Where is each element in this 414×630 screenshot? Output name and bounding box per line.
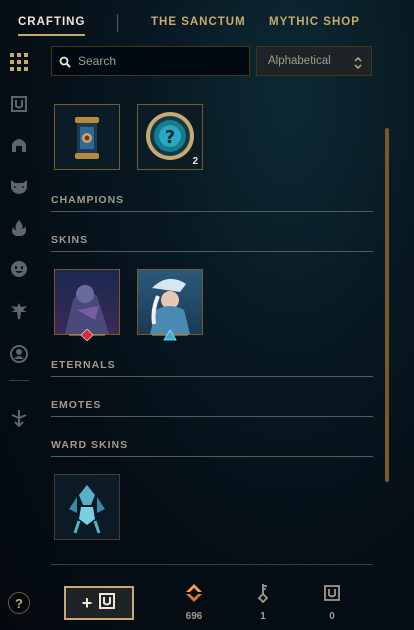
ward-skin-tile[interactable] [54, 474, 120, 540]
section-emotes: EMOTES [51, 399, 373, 417]
search-icon [59, 55, 71, 73]
key-counter: 1 [243, 580, 283, 626]
capsule-tile[interactable] [54, 104, 120, 170]
section-divider [51, 376, 373, 377]
section-title: CHAMPIONS [51, 194, 125, 206]
plus-label: + [81, 592, 93, 613]
skin-tile[interactable] [54, 269, 120, 335]
tab-mythic-shop[interactable]: MYTHIC SHOP [269, 16, 360, 28]
rarity-gem-ruby-icon [69, 328, 105, 342]
section-skins: SKINS [51, 234, 373, 252]
help-button[interactable]: ? [8, 592, 30, 614]
section-divider [51, 211, 373, 212]
add-to-crafting-button[interactable]: + [64, 586, 134, 620]
chest-icon[interactable] [7, 92, 31, 116]
sidebar-divider [9, 380, 29, 381]
svg-text:?: ? [165, 127, 175, 148]
orange-essence-icon [184, 583, 204, 603]
section-title: EMOTES [51, 399, 102, 411]
skin-tile[interactable] [137, 269, 203, 335]
rarity-gem-epic-icon [152, 328, 188, 341]
tab-the-sanctum-label: THE SANCTUM [151, 16, 246, 28]
sort-selected-label: Alphabetical [268, 55, 331, 67]
section-champions: CHAMPIONS [51, 194, 373, 212]
chest-value: 0 [329, 611, 335, 622]
orange-essence-counter: 696 [174, 580, 214, 626]
chest-icon [322, 583, 342, 603]
category-sidebar [0, 46, 38, 630]
nav-divider [117, 14, 118, 32]
ward-icon[interactable] [7, 299, 31, 323]
tab-mythic-shop-label: MYTHIC SHOP [269, 16, 360, 28]
key-value: 1 [260, 611, 266, 622]
profile-icon[interactable] [7, 342, 31, 366]
section-divider [51, 251, 373, 252]
key-icon [253, 583, 273, 604]
up-down-chevron-icon [354, 56, 362, 74]
tab-crafting[interactable]: CRAFTING [18, 16, 86, 36]
item-count: 2 [192, 156, 198, 167]
top-navigation: CRAFTING THE SANCTUM MYTHIC SHOP [0, 0, 414, 46]
helmet-icon[interactable] [7, 133, 31, 157]
sort-dropdown[interactable]: Alphabetical [256, 46, 372, 76]
section-title: WARD SKINS [51, 439, 129, 451]
capsule-icon [55, 105, 119, 169]
section-title: ETERNALS [51, 359, 116, 371]
orange-essence-value: 696 [185, 611, 203, 622]
grid-icon[interactable] [7, 50, 31, 74]
chest-icon [98, 592, 116, 615]
active-tab-underline [18, 34, 86, 36]
section-ward-skins: WARD SKINS [51, 439, 373, 457]
section-divider [51, 416, 373, 417]
section-title: SKINS [51, 234, 89, 246]
chest-counter: 0 [312, 580, 352, 626]
skin-splash-image [138, 270, 202, 334]
section-divider [51, 456, 373, 457]
scrollbar-thumb[interactable] [385, 128, 389, 482]
sword-down-icon[interactable] [7, 406, 31, 430]
section-eternals: ETERNALS [51, 359, 373, 377]
help-label: ? [15, 595, 23, 611]
emote-face-icon[interactable] [7, 257, 31, 281]
search-field[interactable] [51, 46, 250, 76]
ward-skin-image [55, 475, 119, 539]
tab-the-sanctum[interactable]: THE SANCTUM [151, 16, 246, 28]
tab-crafting-label: CRAFTING [18, 16, 86, 28]
skin-splash-image [55, 270, 119, 334]
search-input[interactable] [78, 52, 243, 70]
mystery-orb-tile[interactable]: ? 2 [137, 104, 203, 170]
flame-icon[interactable] [7, 216, 31, 240]
footer-divider [51, 564, 373, 565]
mask-icon[interactable] [7, 174, 31, 198]
